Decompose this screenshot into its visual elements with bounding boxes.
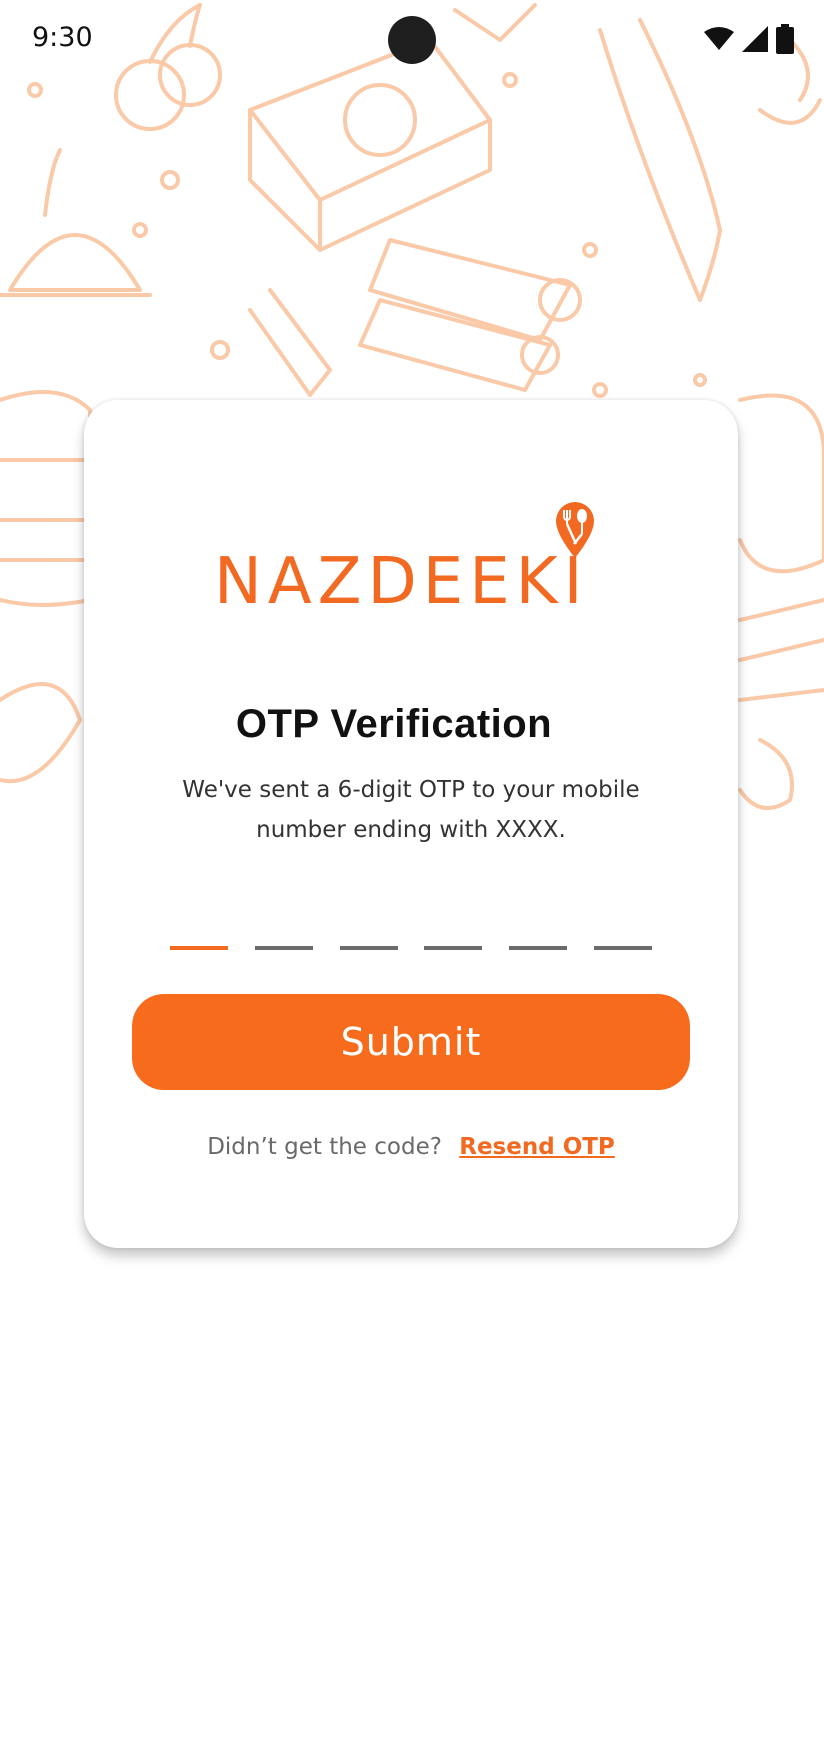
cellular-signal-icon [742,26,768,56]
battery-icon [776,24,794,58]
otp-digit-3[interactable] [339,920,398,950]
status-bar: 9:30 [0,0,824,80]
front-camera [388,16,436,64]
brand-logo: NAZDEEKI [214,500,614,640]
otp-card: NAZDEEKI OTP Verification We've sent a 6… [84,400,738,1248]
submit-button[interactable]: Submit [132,994,690,1090]
otp-digit-2[interactable] [254,920,313,950]
resend-otp-link[interactable]: Resend OTP [459,1134,615,1160]
otp-input-row [170,920,652,950]
otp-digit-6[interactable] [593,920,652,950]
otp-digit-4[interactable] [424,920,483,950]
resend-row: Didn’t get the code? Resend OTP [84,1134,738,1160]
status-icons [704,24,794,58]
map-pin-fork-spoon-icon [552,500,598,560]
wifi-icon [704,26,734,56]
page-title: OTP Verification [235,702,553,746]
otp-sent-message: We've sent a 6-digit OTP to your mobile … [182,777,640,843]
resend-question: Didn’t get the code? [207,1134,442,1160]
otp-digit-1[interactable] [170,920,228,950]
otp-digit-5[interactable] [509,920,568,950]
status-time: 9:30 [32,22,93,53]
brand-name: NAZDEEKI [214,545,589,619]
